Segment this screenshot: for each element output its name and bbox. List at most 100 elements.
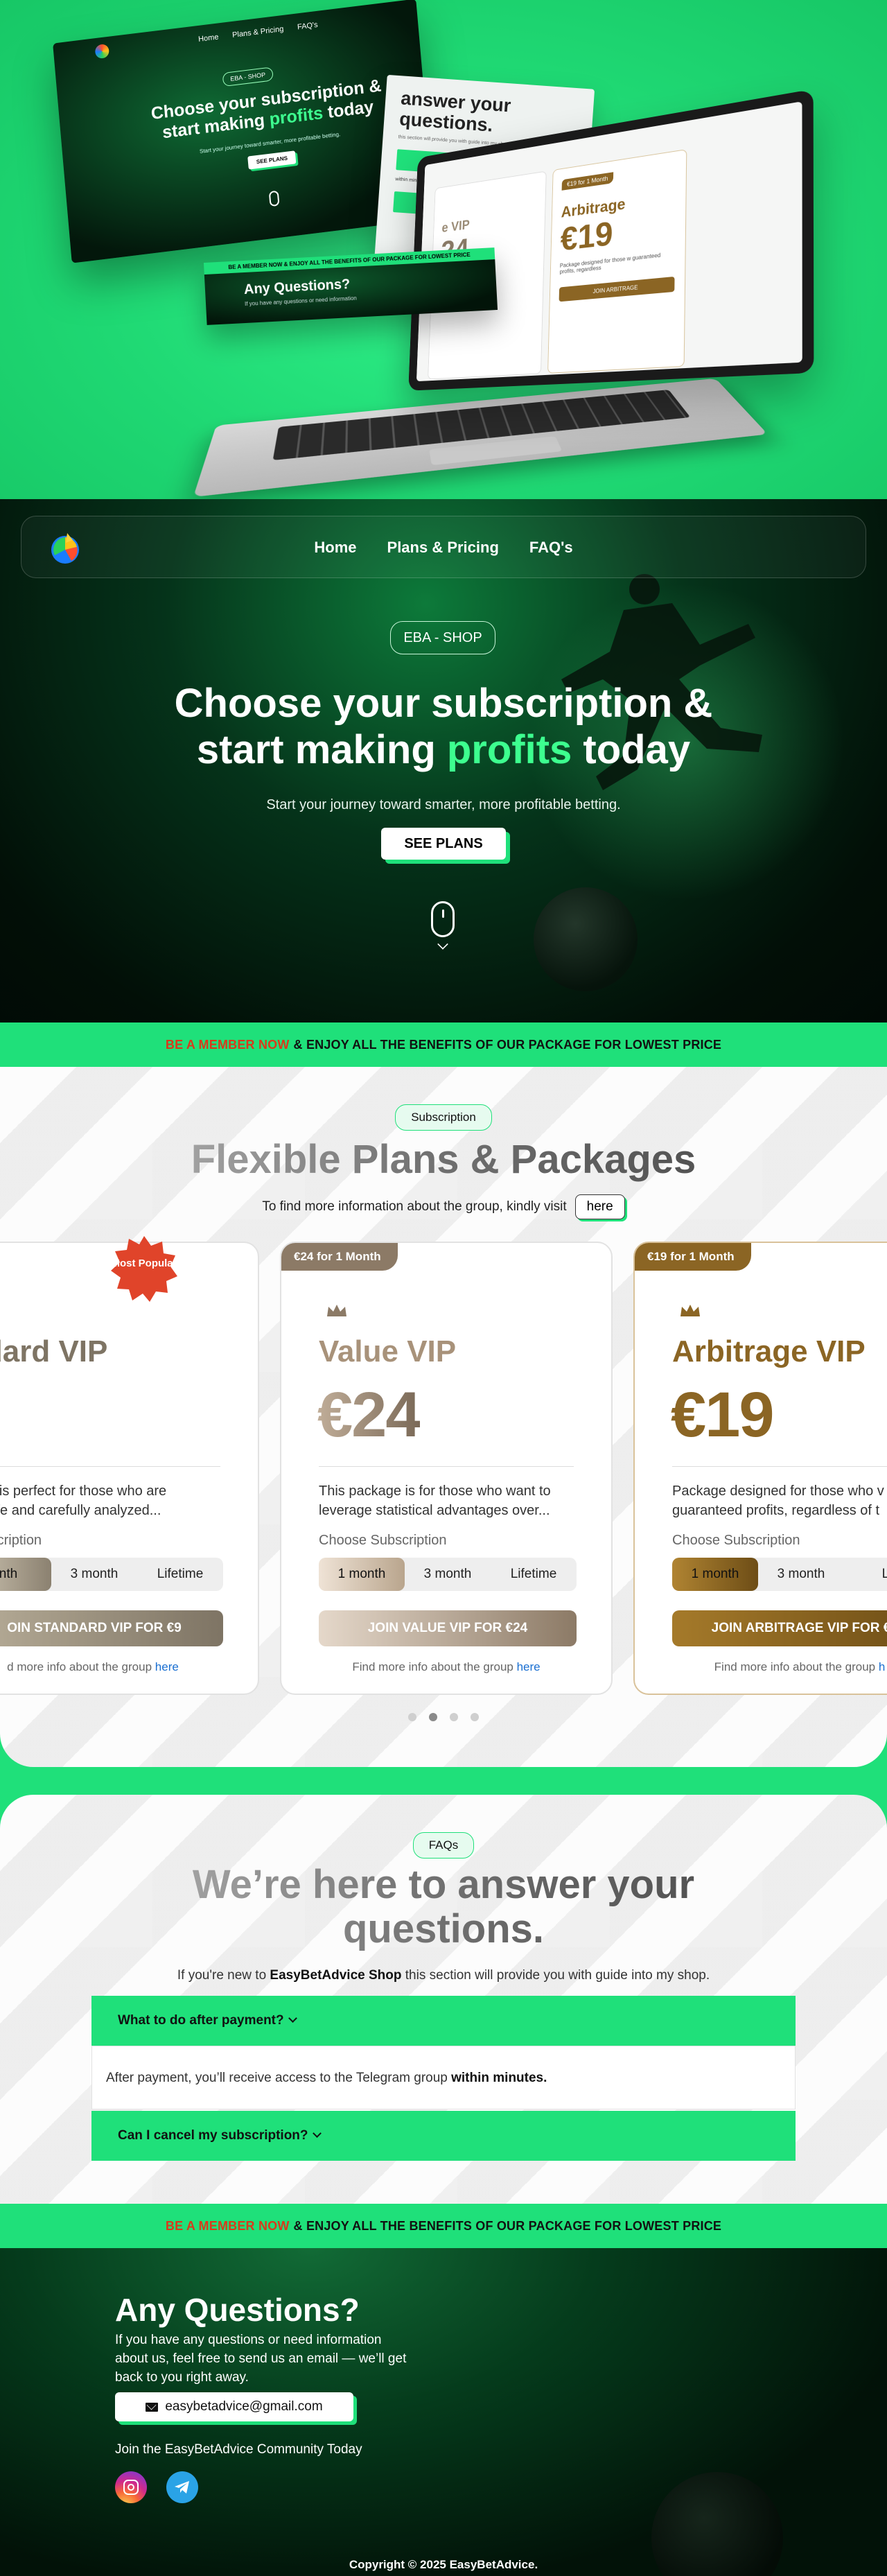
mockup-nav: Home Plans & Pricing FAQ's: [198, 21, 318, 44]
plan-desc-line1: This package is for those who want to: [319, 1483, 551, 1499]
email-button[interactable]: easybetadvice@gmail.com: [115, 2392, 353, 2421]
plan-desc-line2: guaranteed profits, regardless of t: [672, 1503, 879, 1518]
period-option-3-month[interactable]: 3 month: [51, 1558, 137, 1591]
faq-question-1[interactable]: What to do after payment?: [91, 1996, 796, 2046]
promo-banner: BE A MEMBER NOW & ENJOY ALL THE BENEFITS…: [0, 1022, 887, 1067]
most-popular-icon: Most Popular: [109, 1235, 179, 1304]
faq-section: FAQs We’re here to answer your questions…: [0, 1795, 887, 2204]
period-option-1-month[interactable]: 1 month: [672, 1558, 758, 1591]
carousel-dot-active[interactable]: [429, 1713, 437, 1721]
hero-subtitle: Start your journey toward smarter, more …: [0, 797, 887, 813]
chevron-down-icon[interactable]: [437, 939, 448, 950]
most-popular-text: Most Popular: [109, 1258, 179, 1269]
nav-plans-link[interactable]: Plans & Pricing: [387, 539, 499, 557]
faq-question-2[interactable]: Can I cancel my subscription?: [91, 2111, 796, 2161]
telegram-icon[interactable]: [166, 2471, 198, 2503]
hero-section: Home Plans & Pricing FAQ's EBA - SHOP Ch…: [0, 499, 887, 1022]
mockup-logo-icon: [95, 44, 110, 59]
period-option-lifetime[interactable]: Li: [844, 1558, 887, 1591]
choose-subscription-label: Subscription: [0, 1533, 42, 1549]
more-info-text: Find more info about the group: [352, 1660, 513, 1673]
plan-card-standard: nth Most Popular ndard VIP 9 kage is per…: [0, 1242, 259, 1695]
more-info-link[interactable]: here: [517, 1660, 541, 1673]
carousel-dot[interactable]: [450, 1713, 458, 1721]
mockup-card-arbitrage: €19 for 1 Month Arbitrage €19 Package de…: [547, 149, 687, 374]
nav-faq-link[interactable]: FAQ's: [529, 539, 573, 557]
mockup-banner: BE A MEMBER NOW & ENJOY ALL THE BENEFITS…: [204, 247, 495, 275]
more-info: d more info about the group here: [0, 1660, 258, 1674]
period-option-3-month[interactable]: 3 month: [405, 1558, 491, 1591]
faq-wrapper: FAQs We’re here to answer your questions…: [0, 1795, 887, 2204]
faq-answer-bold: within minutes.: [451, 2071, 547, 2085]
period-selector: nth 3 month Lifetime: [0, 1558, 223, 1591]
period-option-lifetime[interactable]: Lifetime: [491, 1558, 577, 1591]
faq-item-2: Can I cancel my subscription?: [91, 2111, 796, 2161]
join-value-button[interactable]: JOIN VALUE VIP FOR €24: [319, 1610, 577, 1646]
plans-wrapper: Subscription Flexible Plans & Packages T…: [0, 1067, 887, 1795]
plan-desc-line1: Package designed for those who v: [672, 1483, 884, 1499]
faq-answer-1: After payment, you’ll receive access to …: [91, 2046, 796, 2109]
plan-desc-line2: or safe and carefully analyzed...: [0, 1503, 161, 1518]
more-info-link[interactable]: h: [879, 1660, 885, 1673]
plan-card-value: €24 for 1 Month Value VIP €24 This packa…: [280, 1242, 613, 1695]
more-info-link[interactable]: here: [155, 1660, 179, 1673]
plan-divider: [0, 1466, 220, 1467]
here-button[interactable]: here: [575, 1194, 625, 1219]
plan-title: ndard VIP: [0, 1334, 107, 1369]
faq-title: We’re here to answer your questions.: [0, 1863, 887, 1951]
plans-section: Subscription Flexible Plans & Packages T…: [0, 1067, 887, 1767]
plans-pill-wrap: Subscription: [0, 1104, 887, 1131]
period-option-1-month[interactable]: nth: [0, 1558, 51, 1591]
carousel-dot[interactable]: [408, 1713, 416, 1721]
mockup-title: Choose your subscription & start making …: [121, 72, 414, 148]
nav-links: Home Plans & Pricing FAQ's: [21, 539, 866, 557]
crown-icon: [679, 1303, 701, 1319]
plan-description: kage is perfect for those who are or saf…: [0, 1481, 222, 1520]
plan-desc-line1: kage is perfect for those who are: [0, 1483, 166, 1499]
more-info: Find more info about the group here: [281, 1660, 611, 1674]
period-option-3-month[interactable]: 3 month: [758, 1558, 844, 1591]
plan-title: Value VIP: [319, 1334, 456, 1369]
period-option-1-month[interactable]: 1 month: [319, 1558, 405, 1591]
mouse-scroll-icon[interactable]: [431, 901, 455, 937]
period-selector: 1 month 3 month Li: [672, 1558, 887, 1591]
mockup-nav-item: FAQ's: [297, 21, 318, 32]
community-text: Join the EasyBetAdvice Community Today: [115, 2442, 362, 2457]
choose-subscription-label: Choose Subscription: [672, 1533, 800, 1549]
carousel-dot[interactable]: [471, 1713, 479, 1721]
mockup-button: SEE PLANS: [247, 150, 296, 169]
plans-intro-text: To find more information about the group…: [262, 1199, 566, 1215]
mockup-nav-item: Plans & Pricing: [232, 25, 284, 40]
more-info-text: Find more info about the group: [714, 1660, 875, 1673]
plans-title: Flexible Plans & Packages: [0, 1136, 887, 1183]
plan-card-arbitrage: €19 for 1 Month Arbitrage VIP €19 Packag…: [633, 1242, 887, 1695]
join-standard-button[interactable]: OIN STANDARD VIP FOR €9: [0, 1610, 223, 1646]
contact-text: If you have any questions or need inform…: [115, 2331, 413, 2387]
carousel-dots: [0, 1713, 887, 1721]
see-plans-button[interactable]: SEE PLANS: [381, 828, 506, 860]
mockup-mouse-icon: [269, 191, 280, 207]
faq-question-text: Can I cancel my subscription?: [118, 2128, 308, 2143]
promo-banner-highlight: BE A MEMBER NOW: [166, 1038, 290, 1052]
telegram-glyph: [173, 2479, 191, 2496]
faq-intro: If you're new to EasyBetAdvice Shop this…: [0, 1968, 887, 1983]
crown-icon: [326, 1303, 348, 1319]
faq-title-line2: questions.: [343, 1906, 544, 1951]
chevron-down-icon: [288, 2014, 297, 2023]
instagram-icon[interactable]: [115, 2471, 147, 2503]
contact-section: Any Questions? If you have any questions…: [0, 2248, 887, 2576]
email-address: easybetadvice@gmail.com: [165, 2399, 322, 2414]
faq-pill: FAQs: [413, 1832, 475, 1859]
contact-title: Any Questions?: [115, 2291, 360, 2329]
nav-home-link[interactable]: Home: [314, 539, 356, 557]
hero-title-line2-pre: start making: [197, 727, 447, 772]
plan-tag: €19 for 1 Month: [635, 1243, 751, 1271]
plan-divider: [319, 1466, 574, 1467]
faq-intro-post: this section will provide you with guide…: [402, 1968, 710, 1983]
period-option-lifetime[interactable]: Lifetime: [137, 1558, 223, 1591]
mail-icon: [146, 2403, 158, 2412]
more-info: Find more info about the group h: [635, 1660, 887, 1674]
plan-price: €19: [671, 1379, 773, 1452]
join-arbitrage-button[interactable]: JOIN ARBITRAGE VIP FOR €: [672, 1610, 887, 1646]
choose-subscription-label: Choose Subscription: [319, 1533, 447, 1549]
